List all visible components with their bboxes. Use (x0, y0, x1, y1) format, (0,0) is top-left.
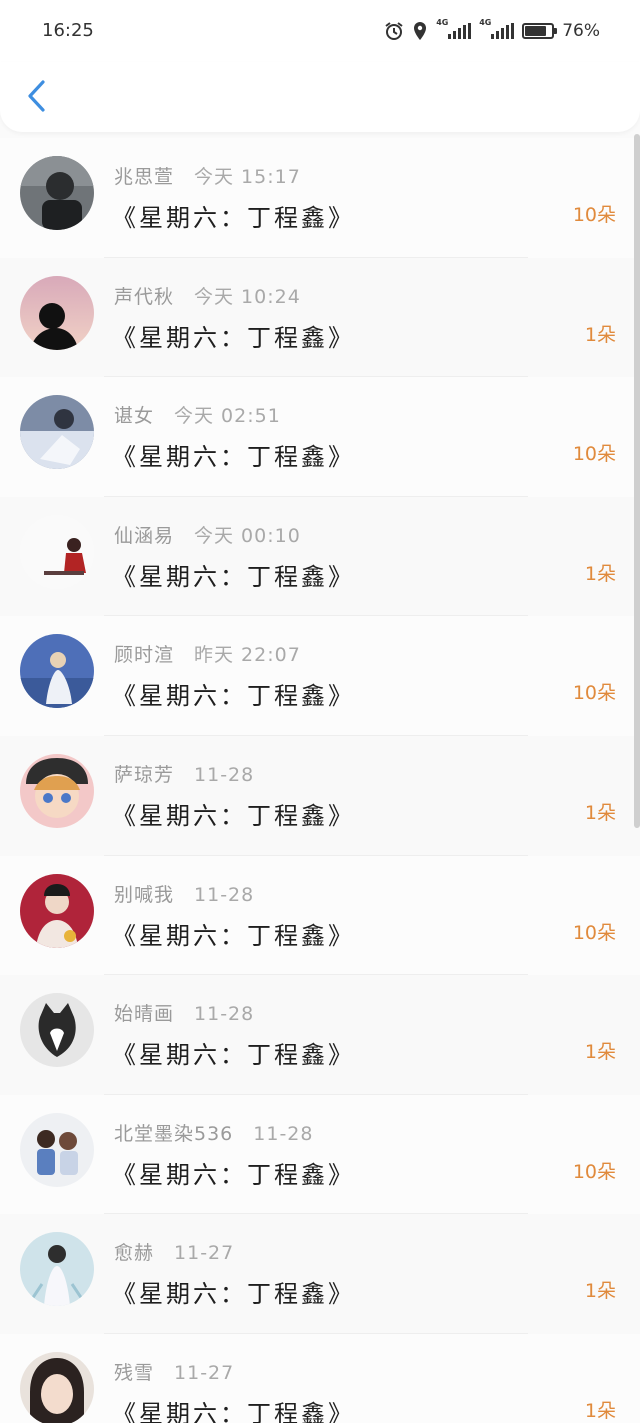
timestamp: 今天 00:10 (194, 524, 301, 547)
item-meta: 别喊我 11-28 (114, 880, 254, 907)
avatar[interactable] (20, 1232, 94, 1307)
timestamp: 11-28 (194, 1003, 255, 1026)
list-item[interactable]: 声代秋 今天 10:24 《星期六：丁程鑫》 1朵 (0, 257, 640, 378)
item-title: 《星期六：丁程鑫》 (112, 682, 355, 711)
username[interactable]: 残雪 (114, 1362, 154, 1384)
list-item[interactable]: 萨琼芳 11-28 《星期六：丁程鑫》 1朵 (0, 735, 640, 856)
timestamp: 今天 02:51 (174, 405, 281, 428)
item-meta: 萨琼芳 11-28 (114, 760, 254, 787)
avatar[interactable] (20, 873, 94, 948)
flower-count: 1朵 (584, 801, 616, 824)
list-item[interactable]: 兆思萱 今天 15:17 《星期六：丁程鑫》 10朵 (0, 138, 640, 258)
item-meta: 残雪 11-27 (114, 1358, 234, 1385)
avatar[interactable] (20, 993, 94, 1068)
flower-list: 兆思萱 今天 15:17 《星期六：丁程鑫》 10朵 声代秋 今天 10:24 《星期六：丁… (0, 138, 640, 1423)
item-title: 《星期六：丁程鑫》 (112, 1041, 355, 1070)
flower-count: 10朵 (572, 921, 616, 944)
flower-count: 1朵 (584, 562, 616, 585)
item-meta: 兆思萱 今天 15:17 (114, 162, 301, 189)
list-item[interactable]: 愈赫 11-27 《星期六：丁程鑫》 1朵 (0, 1214, 640, 1334)
item-title: 《星期六：丁程鑫》 (112, 562, 355, 591)
timestamp: 11-27 (174, 1361, 235, 1384)
alarm-icon (384, 21, 404, 41)
item-meta: 谌女 今天 02:51 (114, 401, 281, 428)
battery-percent: 76% (562, 21, 600, 41)
item-meta: 声代秋 今天 10:24 (114, 282, 301, 309)
item-meta: 愈赫 11-27 (114, 1238, 234, 1265)
timestamp: 11-28 (194, 763, 255, 786)
timestamp: 今天 15:17 (194, 166, 301, 188)
flower-count: 10朵 (572, 1160, 616, 1183)
location-icon (412, 21, 428, 41)
timestamp: 11-28 (253, 1122, 314, 1145)
network-2-label: 4G (479, 18, 492, 27)
item-title: 《星期六：丁程鑫》 (112, 443, 355, 472)
header (0, 62, 640, 132)
username[interactable]: 谌女 (114, 405, 154, 427)
item-meta: 仙涵易 今天 00:10 (114, 521, 301, 548)
avatar[interactable] (20, 395, 94, 470)
back-button[interactable] (18, 76, 54, 116)
username[interactable]: 别喊我 (114, 884, 174, 906)
scrollbar[interactable] (634, 134, 640, 828)
avatar[interactable] (20, 514, 94, 589)
avatar[interactable] (20, 275, 94, 350)
item-meta: 顾时渲 昨天 22:07 (114, 640, 301, 667)
timestamp: 11-27 (174, 1242, 235, 1265)
flower-count: 10朵 (572, 204, 616, 226)
item-meta: 始晴画 11-28 (114, 999, 254, 1026)
item-title: 《星期六：丁程鑫》 (112, 204, 355, 232)
item-title: 《星期六：丁程鑫》 (112, 323, 355, 352)
signal-2-icon: 4G (479, 19, 515, 39)
status-bar: 16:25 4G 4G 76% (0, 0, 640, 62)
flower-count: 10朵 (572, 682, 616, 705)
item-title: 《星期六：丁程鑫》 (112, 1160, 355, 1189)
chevron-left-icon (28, 80, 45, 112)
avatar[interactable] (20, 1112, 94, 1187)
item-title: 《星期六：丁程鑫》 (112, 1399, 355, 1423)
item-meta: 北堂墨染536 11-28 (114, 1119, 313, 1146)
avatar[interactable] (20, 156, 94, 230)
avatar[interactable] (20, 634, 94, 709)
list-item[interactable]: 谌女 今天 02:51 《星期六：丁程鑫》 10朵 (0, 377, 640, 497)
flower-count: 1朵 (584, 1399, 616, 1422)
item-title: 《星期六：丁程鑫》 (112, 801, 355, 830)
battery-icon (522, 23, 558, 39)
flower-count: 1朵 (584, 1280, 616, 1303)
timestamp: 11-28 (194, 883, 255, 906)
status-icons: 4G 4G 76% (384, 19, 600, 42)
list-item[interactable]: 北堂墨染536 11-28 《星期六：丁程鑫》 10朵 (0, 1094, 640, 1215)
list-item[interactable]: 仙涵易 今天 00:10 《星期六：丁程鑫》 1朵 (0, 496, 640, 617)
username[interactable]: 北堂墨染536 (114, 1123, 233, 1145)
list-item[interactable]: 别喊我 11-28 《星期六：丁程鑫》 10朵 (0, 855, 640, 976)
username[interactable]: 兆思萱 (114, 166, 174, 188)
avatar[interactable] (20, 753, 94, 828)
list-item[interactable]: 残雪 11-27 《星期六：丁程鑫》 1朵 (0, 1333, 640, 1423)
flower-count: 1朵 (584, 1041, 616, 1064)
timestamp: 昨天 22:07 (194, 644, 301, 667)
username[interactable]: 仙涵易 (114, 525, 174, 547)
signal-1-icon: 4G (436, 19, 472, 39)
flower-count: 10朵 (572, 443, 616, 466)
list-item[interactable]: 始晴画 11-28 《星期六：丁程鑫》 1朵 (0, 975, 640, 1095)
username[interactable]: 顾时渲 (114, 644, 174, 666)
timestamp: 今天 10:24 (194, 285, 301, 308)
network-1-label: 4G (436, 18, 449, 27)
status-time: 16:25 (42, 20, 94, 41)
avatar[interactable] (20, 1351, 94, 1423)
username[interactable]: 愈赫 (114, 1242, 154, 1264)
flower-count: 1朵 (584, 323, 616, 346)
item-title: 《星期六：丁程鑫》 (112, 1280, 355, 1309)
username[interactable]: 萨琼芳 (114, 764, 174, 786)
username[interactable]: 声代秋 (114, 286, 174, 308)
list-item[interactable]: 顾时渲 昨天 22:07 《星期六：丁程鑫》 10朵 (0, 616, 640, 736)
item-title: 《星期六：丁程鑫》 (112, 921, 355, 950)
username[interactable]: 始晴画 (114, 1003, 174, 1025)
